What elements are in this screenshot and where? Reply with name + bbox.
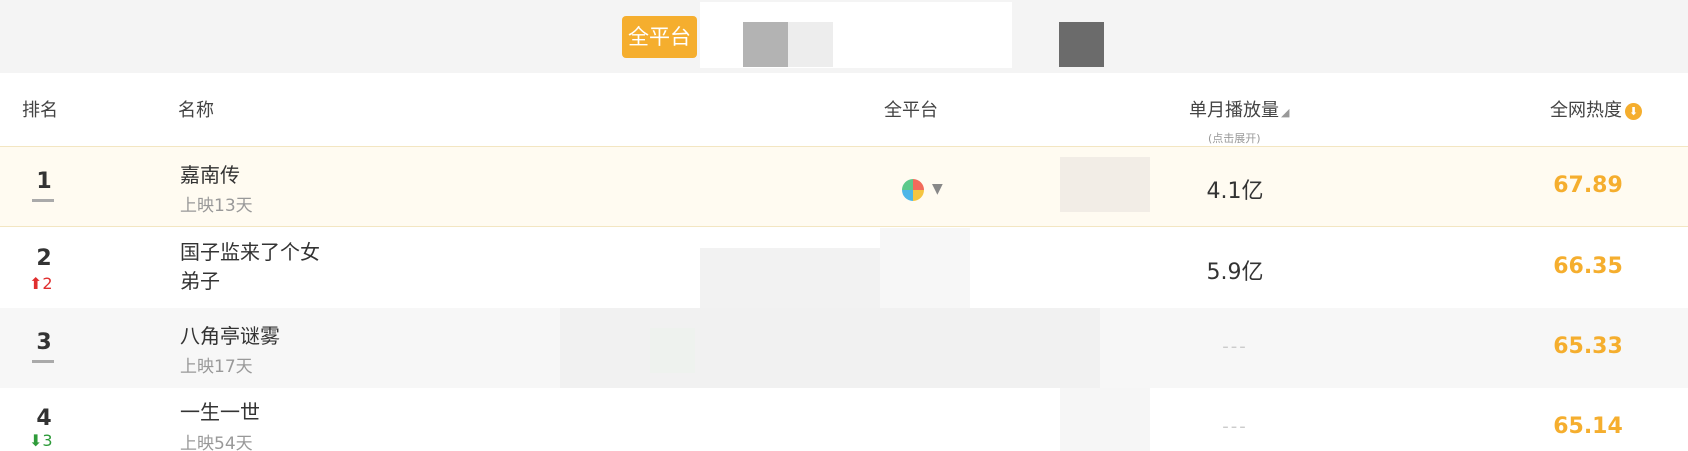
redacted-block: [1059, 22, 1104, 67]
show-title[interactable]: 嘉南传: [180, 161, 240, 190]
heat-score: 65.33: [1553, 334, 1623, 359]
show-subtitle: 上映17天: [180, 357, 253, 377]
redacted-block: [1012, 10, 1057, 68]
monthly-plays: 4.1亿: [1206, 179, 1264, 204]
table-row[interactable]: 2 ⬆2 国子监来了个女 弟子 5.9亿 66.35: [0, 228, 1688, 308]
redacted-block: [650, 328, 695, 373]
caret-down-icon[interactable]: ▼: [932, 181, 943, 197]
show-subtitle: 上映54天: [180, 434, 253, 451]
show-title-line2[interactable]: 弟子: [180, 267, 220, 296]
heat-score: 67.89: [1553, 173, 1623, 198]
expand-hint[interactable]: (点击展开): [1208, 130, 1261, 146]
rank-number: 4: [36, 406, 52, 431]
header-play-label: 单月播放量: [1189, 100, 1279, 121]
rank-change-value: 2: [42, 274, 53, 293]
header-heat-label: 全网热度: [1550, 100, 1622, 121]
rank-number: 2: [36, 246, 52, 271]
rank-change-up: ⬆2: [29, 274, 53, 293]
table-row[interactable]: 3 八角亭谜雾 上映17天 --- 65.33: [0, 308, 1688, 388]
multi-platform-pie-icon[interactable]: [902, 179, 924, 201]
arrow-down-icon: ⬇: [29, 431, 43, 450]
show-title[interactable]: 八角亭谜雾: [180, 322, 280, 351]
header-monthly-plays[interactable]: 单月播放量 ◢: [1189, 99, 1289, 125]
arrow-up-icon: ⬆: [29, 274, 43, 293]
rank-change-value: 3: [42, 431, 53, 450]
sort-down-icon: ⬇: [1625, 103, 1642, 120]
rank-number: 3: [36, 330, 52, 355]
heat-score: 65.14: [1553, 414, 1623, 439]
rank-change-down: ⬇3: [29, 431, 53, 450]
header-platform: 全平台: [884, 100, 938, 121]
header-name: 名称: [178, 100, 214, 121]
heat-score: 66.35: [1553, 254, 1623, 279]
top-filter-bar: 全平台: [0, 0, 1688, 73]
monthly-plays: ---: [1222, 416, 1248, 437]
redacted-block: [880, 228, 970, 308]
show-title[interactable]: 国子监来了个女: [180, 238, 320, 267]
sort-icon: ◢: [1281, 106, 1290, 119]
show-title[interactable]: 一生一世: [180, 398, 260, 427]
redacted-block: [700, 248, 880, 308]
redacted-block: [1060, 388, 1150, 451]
monthly-plays: ---: [1222, 336, 1248, 357]
platform-tab-all[interactable]: 全平台: [622, 16, 697, 58]
redacted-block: [560, 308, 1100, 388]
header-heat[interactable]: 全网热度 ⬇: [1550, 99, 1642, 123]
redacted-block: [1060, 157, 1150, 212]
show-subtitle: 上映13天: [180, 196, 253, 216]
rank-flat-bar: [32, 360, 54, 363]
table-row[interactable]: 4 ⬇3 一生一世 上映54天 --- 65.14: [0, 388, 1688, 451]
table-header: 排名 名称 全平台 单月播放量 ◢ (点击展开) 全网热度 ⬇: [0, 73, 1688, 147]
monthly-plays: 5.9亿: [1206, 260, 1264, 285]
rank-number: 1: [36, 169, 52, 194]
header-rank: 排名: [22, 100, 58, 121]
redacted-block: [743, 22, 788, 67]
table-row[interactable]: 1 嘉南传 上映13天 ▼ 4.1亿 67.89: [0, 147, 1688, 227]
rank-flat-bar: [32, 199, 54, 202]
redacted-block: [788, 22, 833, 67]
